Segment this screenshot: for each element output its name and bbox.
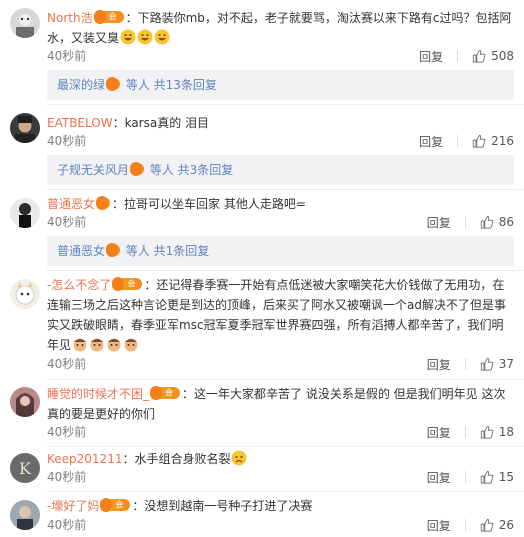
avatar[interactable] [10, 198, 40, 228]
username-link[interactable]: -壕好了妈 [47, 499, 99, 513]
action-divider [464, 216, 466, 228]
sad-emoji-icon [231, 450, 247, 466]
action-divider [464, 471, 466, 483]
comment-text: 睡觉的时候才不困_ 会员 ：这一年大家都辛苦了 说没关系是假的 但是我们明年见 这次… [47, 384, 514, 424]
cry-emoji-icon [124, 338, 138, 352]
username-link[interactable]: Keep201211 [47, 452, 122, 466]
cry-emoji-icon [90, 338, 104, 352]
reply-button[interactable]: 回复 [427, 517, 451, 534]
comment-text: -怎么不念了 会员 ：还记得春季赛一开始有点低迷被大家嘲笑花大价钱做了无用功，在连输… [47, 275, 514, 355]
like-button[interactable]: 508 [472, 49, 514, 63]
reply-button[interactable]: 回复 [427, 214, 451, 231]
thumbs-up-icon [480, 470, 494, 484]
sub-reply-summary[interactable]: 等人 共3条回复 [150, 163, 233, 177]
sub-replies-box[interactable]: 子规无关风月 等人 共3条回复 [47, 155, 514, 185]
like-button[interactable]: 18 [480, 425, 514, 439]
action-divider [464, 519, 466, 531]
reply-button[interactable]: 回复 [427, 356, 451, 373]
reply-button[interactable]: 回复 [419, 133, 443, 150]
vip-badge: 会员 [150, 386, 181, 409]
divider [47, 379, 524, 380]
comment-text: EATBELOW：karsa真的 泪目 [47, 113, 514, 133]
vip-badge: 会员 [112, 277, 143, 300]
vip-badge [106, 243, 121, 257]
comment-content: ：拉哥可以坐车回家 其他人走路吧= [112, 197, 306, 211]
divider [47, 104, 524, 105]
avatar[interactable] [10, 500, 40, 530]
avatar[interactable] [10, 279, 40, 309]
sub-reply-user[interactable]: 子规无关风月 [57, 163, 129, 177]
divider [47, 446, 524, 447]
username-link[interactable]: 普通恶女 [47, 197, 95, 211]
like-button[interactable]: 26 [480, 518, 514, 532]
vip-badge: 会员 [100, 498, 131, 521]
comment-text: 普通恶女 ：拉哥可以坐车回家 其他人走路吧= [47, 194, 514, 214]
comment-time: 40秒前 [47, 49, 87, 63]
comment-text: -壕好了妈 会员 ：没想到越南一号种子打进了决赛 [47, 496, 514, 521]
reply-button[interactable]: 回复 [427, 469, 451, 486]
sub-replies-box[interactable]: 最深的绿 等人 共13条回复 [47, 70, 514, 100]
like-button[interactable]: 86 [480, 215, 514, 229]
sub-reply-user[interactable]: 最深的绿 [57, 78, 105, 92]
cry-emoji-icon [73, 338, 87, 352]
avatar[interactable]: K [10, 453, 40, 483]
like-button[interactable]: 216 [472, 134, 514, 148]
like-count: 86 [498, 215, 514, 229]
like-count: 15 [498, 470, 514, 484]
vip-badge [106, 77, 121, 91]
comment-text: Keep201211：水手组合身败名裂 [47, 449, 514, 469]
sub-reply-summary[interactable]: 等人 共13条回复 [126, 78, 217, 92]
thumbs-up-icon [480, 425, 494, 439]
action-divider [457, 135, 459, 147]
divider [47, 270, 524, 271]
username-link[interactable]: North浩 [47, 11, 93, 25]
vip-badge [96, 196, 111, 210]
vip-badge [130, 162, 145, 176]
username-link[interactable]: EATBELOW [47, 116, 113, 130]
avatar[interactable] [10, 113, 40, 143]
reply-button[interactable]: 回复 [427, 424, 451, 441]
thumbs-up-icon [480, 518, 494, 532]
comment-time: 40秒前 [47, 134, 87, 148]
like-count: 37 [498, 357, 514, 371]
like-count: 26 [498, 518, 514, 532]
action-divider [457, 50, 459, 62]
comment-content: ：水手组合身败名裂 [122, 452, 231, 466]
comment-time: 40秒前 [47, 215, 87, 229]
reply-button[interactable]: 回复 [419, 48, 443, 65]
thumbs-up-icon [480, 357, 494, 371]
sub-reply-summary[interactable]: 等人 共1条回复 [126, 244, 209, 258]
like-button[interactable]: 37 [480, 357, 514, 371]
comment-content: ：karsa真的 泪目 [112, 116, 210, 130]
comment-time: 40秒前 [47, 425, 87, 439]
divider [47, 491, 524, 492]
cry-emoji-icon [107, 338, 121, 352]
like-count: 18 [498, 425, 514, 439]
thumbs-up-icon [472, 134, 486, 148]
like-count: 508 [491, 49, 514, 63]
thumbs-up-icon [480, 215, 494, 229]
sub-reply-user[interactable]: 普通恶女 [57, 244, 105, 258]
username-link[interactable]: 睡觉的时候才不困_ [47, 387, 149, 401]
action-divider [464, 358, 466, 370]
svg-text:K: K [19, 459, 32, 478]
comment-content: ：没想到越南一号种子打进了决赛 [132, 499, 313, 513]
comment-time: 40秒前 [47, 357, 87, 371]
comment-time: 40秒前 [47, 518, 87, 532]
comment-time: 40秒前 [47, 470, 87, 484]
like-button[interactable]: 15 [480, 470, 514, 484]
grin-emoji-icon [137, 29, 153, 45]
divider [47, 189, 524, 190]
like-count: 216 [491, 134, 514, 148]
avatar[interactable] [10, 8, 40, 38]
avatar[interactable] [10, 387, 40, 417]
sub-replies-box[interactable]: 普通恶女 等人 共1条回复 [47, 236, 514, 266]
vip-badge: 会员 [93, 10, 124, 33]
thumbs-up-icon [472, 49, 486, 63]
comment-list: North浩 会员 ：下路装你mb，对不起，老子就要骂，淘汰赛以来下路有c过吗？包括… [0, 0, 524, 537]
grin-emoji-icon [154, 29, 170, 45]
username-link[interactable]: -怎么不念了 [47, 278, 111, 292]
action-divider [464, 426, 466, 438]
comment-text: North浩 会员 ：下路装你mb，对不起，老子就要骂，淘汰赛以来下路有c过吗？包括… [47, 8, 514, 48]
